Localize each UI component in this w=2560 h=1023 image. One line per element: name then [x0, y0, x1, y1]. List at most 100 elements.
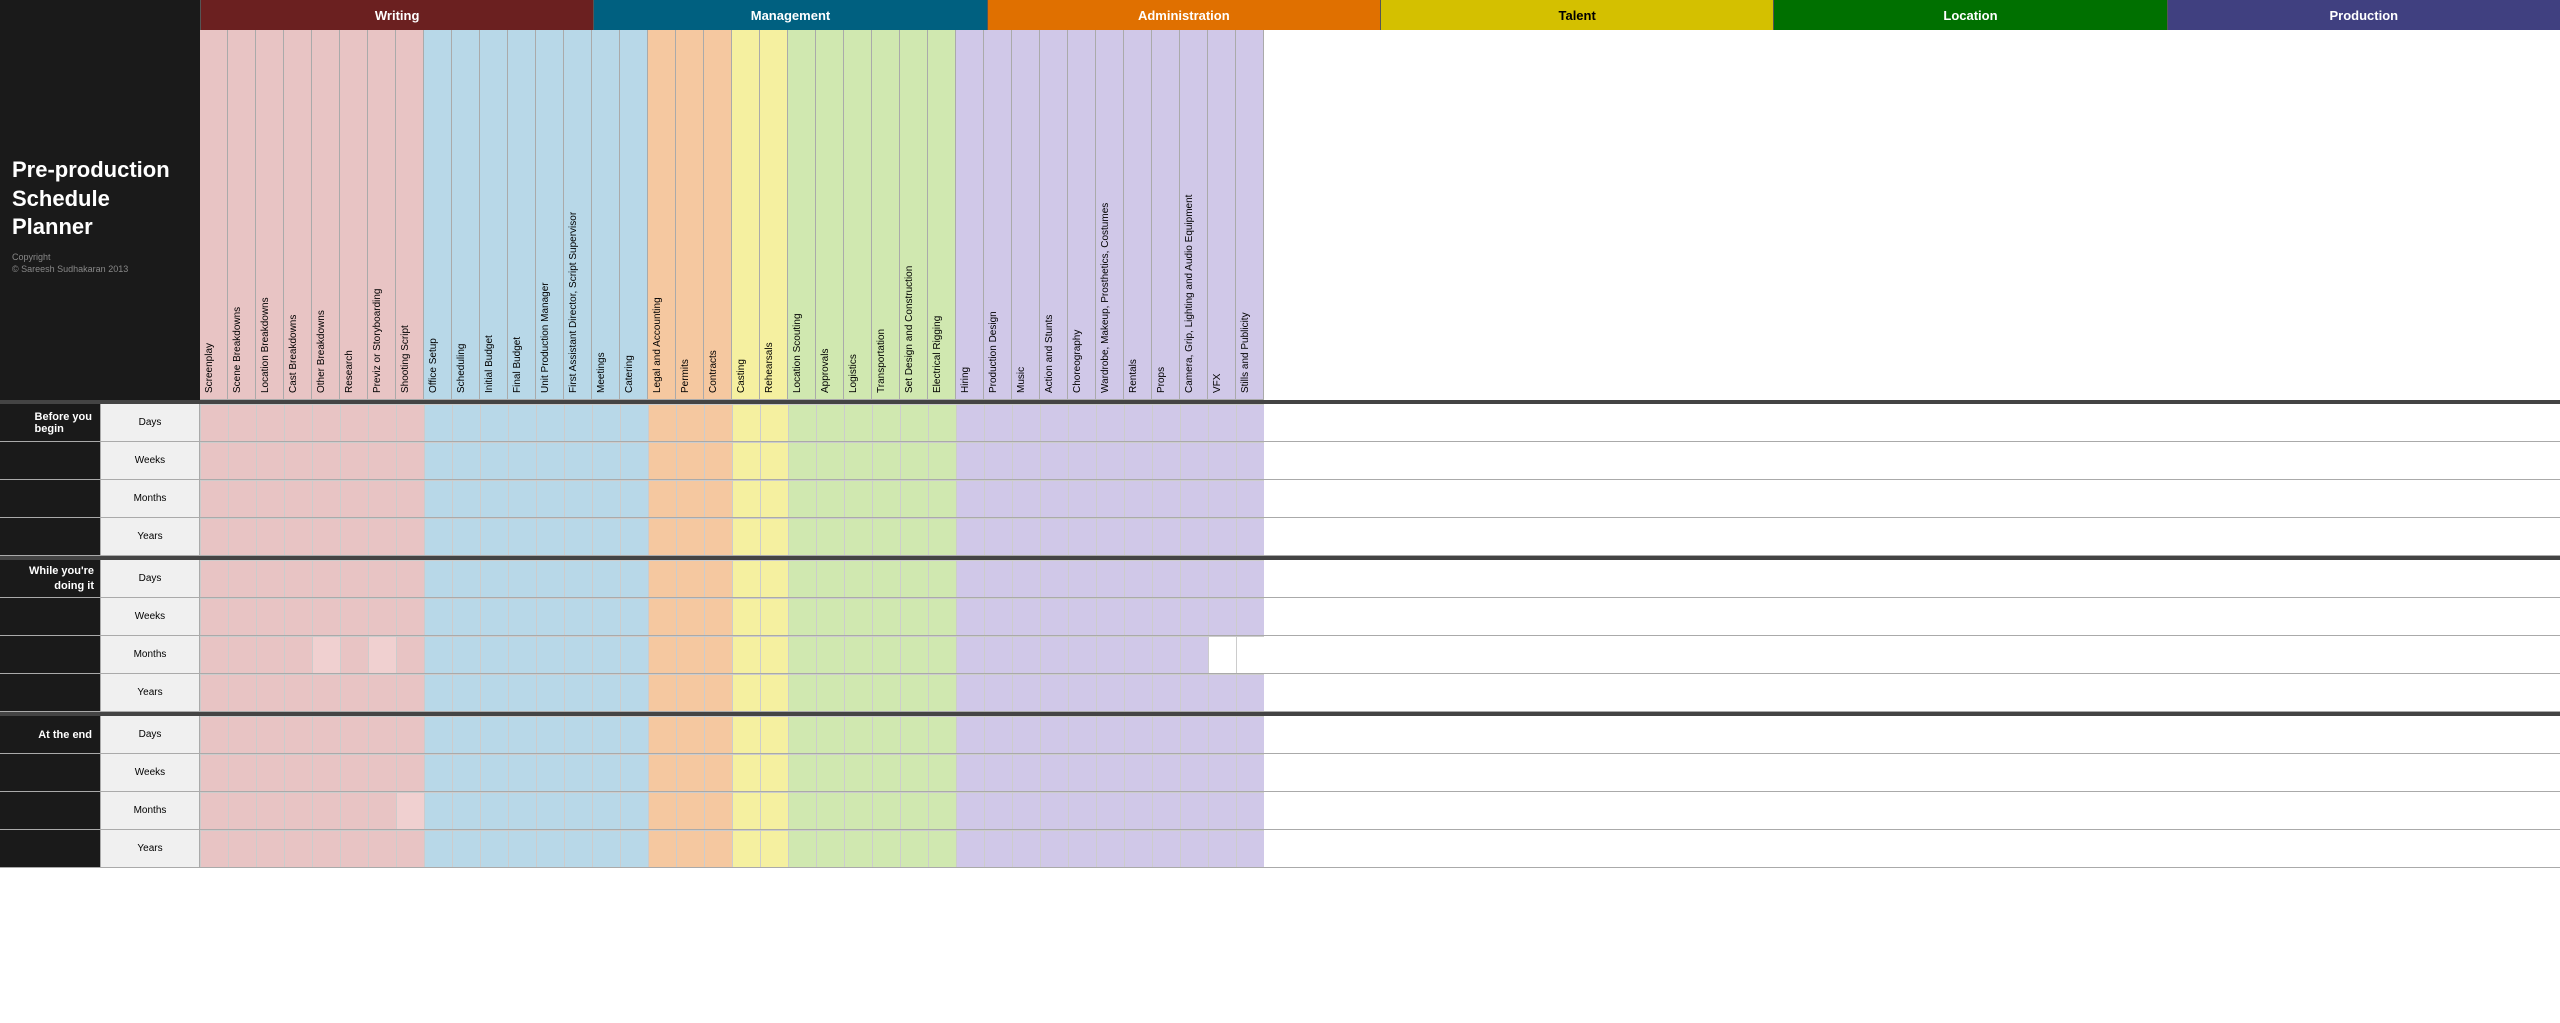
cell[interactable]: [424, 518, 452, 555]
cell[interactable]: [1208, 830, 1236, 867]
cell[interactable]: [1236, 674, 1264, 711]
cell[interactable]: [200, 404, 228, 441]
cell[interactable]: [256, 830, 284, 867]
cell[interactable]: [1208, 636, 1236, 673]
cell[interactable]: [1152, 792, 1180, 829]
cell[interactable]: [1180, 560, 1208, 597]
cell[interactable]: [676, 598, 704, 635]
cell[interactable]: [900, 716, 928, 753]
cell[interactable]: [396, 442, 424, 479]
cell[interactable]: [872, 636, 900, 673]
cell[interactable]: [1152, 598, 1180, 635]
cell[interactable]: [900, 404, 928, 441]
cell[interactable]: [228, 754, 256, 791]
cell[interactable]: [1012, 442, 1040, 479]
cell[interactable]: [1012, 560, 1040, 597]
cell[interactable]: [816, 598, 844, 635]
cell[interactable]: [1096, 560, 1124, 597]
cell[interactable]: [200, 830, 228, 867]
cell[interactable]: [340, 480, 368, 517]
cell[interactable]: [508, 716, 536, 753]
cell[interactable]: [564, 754, 592, 791]
cell[interactable]: [732, 442, 760, 479]
cell[interactable]: [452, 442, 480, 479]
cell[interactable]: [368, 792, 396, 829]
cell[interactable]: [284, 598, 312, 635]
cell[interactable]: [620, 674, 648, 711]
cell[interactable]: [564, 518, 592, 555]
cell[interactable]: [424, 830, 452, 867]
cell[interactable]: [648, 674, 676, 711]
cell[interactable]: [620, 754, 648, 791]
cell[interactable]: [1236, 754, 1264, 791]
cell[interactable]: [1208, 404, 1236, 441]
cell[interactable]: [1124, 674, 1152, 711]
cell[interactable]: [676, 792, 704, 829]
cell[interactable]: [984, 518, 1012, 555]
cell[interactable]: [984, 480, 1012, 517]
cell[interactable]: [564, 560, 592, 597]
cell[interactable]: [676, 716, 704, 753]
cell[interactable]: [704, 480, 732, 517]
cell[interactable]: [760, 830, 788, 867]
cell[interactable]: [1096, 830, 1124, 867]
cell[interactable]: [1068, 560, 1096, 597]
cell[interactable]: [732, 792, 760, 829]
cell[interactable]: [452, 754, 480, 791]
cell[interactable]: [1012, 716, 1040, 753]
cell[interactable]: [816, 560, 844, 597]
cell[interactable]: [340, 404, 368, 441]
cell[interactable]: [1012, 480, 1040, 517]
cell[interactable]: [340, 636, 368, 673]
cell[interactable]: [340, 560, 368, 597]
cell[interactable]: [984, 598, 1012, 635]
cell[interactable]: [564, 598, 592, 635]
cell[interactable]: [424, 792, 452, 829]
cell[interactable]: [704, 560, 732, 597]
cell[interactable]: [1012, 636, 1040, 673]
cell[interactable]: [480, 792, 508, 829]
cell[interactable]: [592, 598, 620, 635]
cell[interactable]: [1236, 636, 1264, 673]
cell[interactable]: [1124, 560, 1152, 597]
cell[interactable]: [480, 674, 508, 711]
cell[interactable]: [592, 830, 620, 867]
cell[interactable]: [816, 518, 844, 555]
cell[interactable]: [284, 716, 312, 753]
cell[interactable]: [928, 830, 956, 867]
cell[interactable]: [984, 674, 1012, 711]
cell[interactable]: [592, 480, 620, 517]
cell[interactable]: [984, 636, 1012, 673]
cell[interactable]: [536, 598, 564, 635]
cell[interactable]: [424, 636, 452, 673]
cell[interactable]: [312, 792, 340, 829]
cell[interactable]: [508, 674, 536, 711]
cell[interactable]: [452, 518, 480, 555]
cell[interactable]: [760, 792, 788, 829]
cell[interactable]: [788, 442, 816, 479]
cell[interactable]: [1096, 442, 1124, 479]
cell[interactable]: [256, 674, 284, 711]
cell[interactable]: [256, 518, 284, 555]
cell[interactable]: [1096, 518, 1124, 555]
cell[interactable]: [1124, 636, 1152, 673]
cell[interactable]: [844, 754, 872, 791]
cell[interactable]: [1096, 598, 1124, 635]
cell[interactable]: [508, 636, 536, 673]
cell[interactable]: [620, 480, 648, 517]
cell[interactable]: [816, 636, 844, 673]
cell[interactable]: [1208, 442, 1236, 479]
cell[interactable]: [480, 560, 508, 597]
cell[interactable]: [956, 442, 984, 479]
cell[interactable]: [900, 754, 928, 791]
cell[interactable]: [564, 716, 592, 753]
cell[interactable]: [844, 560, 872, 597]
cell[interactable]: [312, 754, 340, 791]
cell[interactable]: [1012, 404, 1040, 441]
cell[interactable]: [872, 480, 900, 517]
cell[interactable]: [704, 636, 732, 673]
cell[interactable]: [620, 442, 648, 479]
cell[interactable]: [256, 404, 284, 441]
cell[interactable]: [760, 442, 788, 479]
cell[interactable]: [956, 518, 984, 555]
